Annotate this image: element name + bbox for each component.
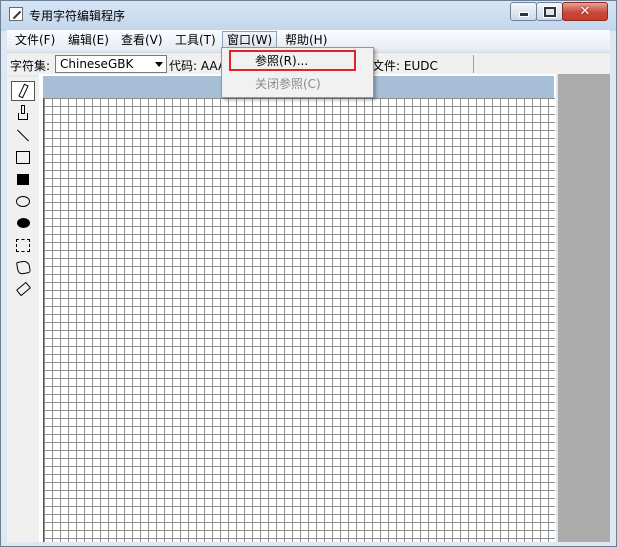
charset-label: 字符集:	[10, 59, 51, 73]
tool-rectangular-selection[interactable]	[11, 235, 35, 255]
reference-pane-background	[558, 74, 610, 542]
filled-ellipse-icon	[16, 218, 30, 228]
highlight-box	[229, 50, 356, 71]
maximize-button[interactable]	[536, 2, 563, 21]
tool-filled-rectangle[interactable]	[11, 169, 35, 189]
minimize-icon	[518, 12, 529, 17]
tool-hollow-ellipse[interactable]	[11, 191, 35, 211]
edit-area	[39, 74, 556, 542]
charset-value: ChineseGBK	[60, 57, 134, 71]
filled-rectangle-icon	[17, 173, 29, 185]
title-bar[interactable]: 专用字符编辑程序 ✕	[1, 1, 616, 29]
window-title: 专用字符编辑程序	[29, 9, 126, 23]
tool-hollow-rectangle[interactable]	[11, 147, 35, 167]
menu-tools[interactable]: 工具(T)	[171, 31, 220, 49]
close-icon: ✕	[579, 4, 591, 19]
close-button[interactable]: ✕	[562, 2, 608, 21]
tool-freeform-selection[interactable]	[11, 257, 35, 277]
menu-file[interactable]: 文件(F)	[11, 31, 59, 49]
tool-pencil[interactable]	[11, 81, 35, 101]
pencil-icon	[17, 83, 29, 99]
menu-item-close-reference[interactable]: 关闭参照(C)	[224, 74, 371, 94]
app-icon	[9, 7, 23, 21]
menu-view[interactable]: 查看(V)	[117, 31, 167, 49]
maximize-icon	[542, 5, 557, 18]
rectangular-selection-icon	[16, 238, 30, 252]
charset-select[interactable]: ChineseGBK	[55, 55, 167, 73]
chevron-down-icon[interactable]	[155, 62, 163, 67]
menu-edit[interactable]: 编辑(E)	[64, 31, 113, 49]
file-label: 文件: EUDC	[372, 59, 438, 73]
line-icon	[16, 128, 30, 142]
tool-palette	[7, 77, 39, 542]
freeform-selection-icon	[15, 259, 31, 275]
minimize-button[interactable]	[510, 2, 537, 21]
code-label: 代码: AAA	[169, 59, 227, 73]
tool-line[interactable]	[11, 125, 35, 145]
hollow-ellipse-icon	[16, 195, 30, 207]
character-grid[interactable]	[43, 98, 555, 542]
tool-brush[interactable]	[11, 103, 35, 123]
hollow-rectangle-icon	[16, 150, 30, 164]
brush-icon	[18, 104, 28, 120]
tool-eraser[interactable]	[11, 279, 35, 299]
tool-filled-ellipse[interactable]	[11, 213, 35, 233]
eraser-icon	[15, 281, 31, 297]
toolbar-divider	[473, 55, 474, 73]
